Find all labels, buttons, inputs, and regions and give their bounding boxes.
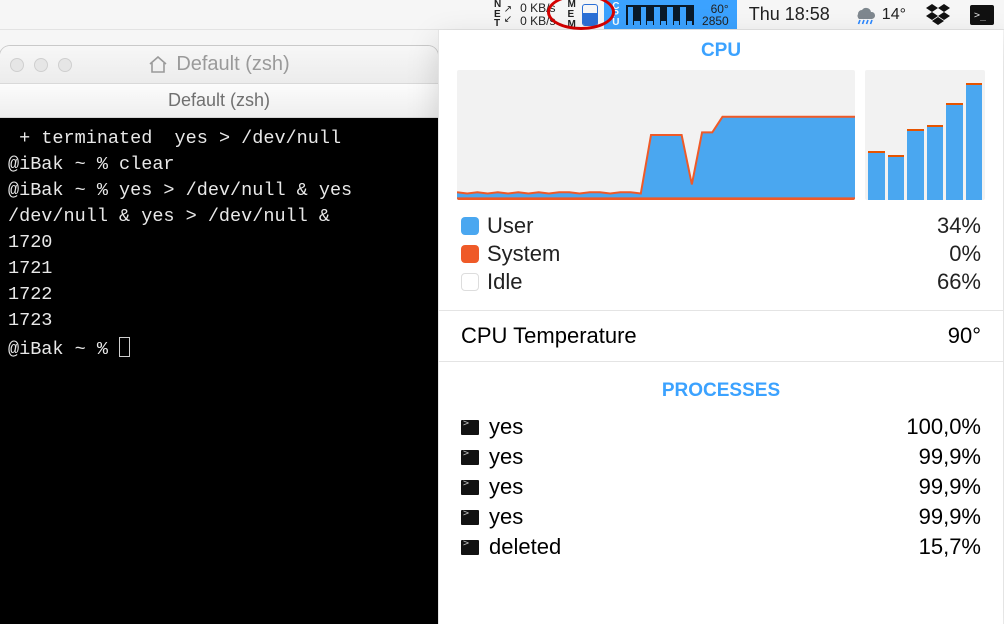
process-row[interactable]: deleted 15,7% <box>461 532 981 562</box>
process-icon <box>461 480 479 495</box>
weather-temp: 14° <box>882 6 906 24</box>
process-pct: 100,0% <box>906 414 981 440</box>
svg-text:>_: >_ <box>974 10 987 21</box>
cpu-temp-readout: 60° 2850 <box>702 3 729 27</box>
cpu-history-bars <box>626 5 694 25</box>
legend-system: System 0% <box>461 240 981 268</box>
rain-cloud-icon <box>852 5 878 25</box>
net-label: N E T <box>494 0 502 29</box>
menubar-terminal-shortcut[interactable]: >_ <box>960 5 1004 25</box>
menubar-memory-widget[interactable]: M E M <box>561 0 604 29</box>
process-icon <box>461 540 479 555</box>
legend-user: User 34% <box>461 212 981 240</box>
cpu-label: C P U <box>612 3 620 27</box>
process-row[interactable]: yes 99,9% <box>461 502 981 532</box>
process-name: yes <box>489 474 523 500</box>
process-icon <box>461 510 479 525</box>
cpu-per-core-chart <box>865 70 985 200</box>
process-row[interactable]: yes 100,0% <box>461 412 981 442</box>
process-icon <box>461 420 479 435</box>
dropbox-icon <box>926 4 950 26</box>
process-pct: 15,7% <box>919 534 981 560</box>
terminal-tab[interactable]: Default (zsh) <box>0 84 438 118</box>
zoom-button[interactable] <box>58 58 72 72</box>
menu-bar: N E T ↗↙ 0 KB/s 0 KB/s M E M C P U 60° 2… <box>0 0 1004 30</box>
process-name: yes <box>489 414 523 440</box>
mem-bar-icon <box>582 4 598 26</box>
menubar-dropbox[interactable] <box>916 4 960 26</box>
cpu-history-chart <box>457 70 855 200</box>
process-pct: 99,9% <box>919 444 981 470</box>
menubar-cpu-widget[interactable]: C P U 60° 2850 <box>604 0 736 29</box>
process-name: yes <box>489 504 523 530</box>
process-row[interactable]: yes 99,9% <box>461 472 981 502</box>
menubar-network-widget[interactable]: N E T ↗↙ 0 KB/s 0 KB/s <box>488 0 561 29</box>
window-traffic-lights[interactable] <box>10 58 72 72</box>
legend-idle: Idle 66% <box>461 268 981 296</box>
cpu-temperature-row: CPU Temperature 90° <box>439 319 1003 353</box>
window-titlebar[interactable]: Default (zsh) <box>0 46 438 84</box>
tab-label: Default (zsh) <box>168 90 270 111</box>
processes-section-title: PROCESSES <box>439 370 1003 410</box>
process-name: yes <box>489 444 523 470</box>
process-name: deleted <box>489 534 561 560</box>
process-row[interactable]: yes 99,9% <box>461 442 981 472</box>
terminal-icon: >_ <box>970 5 994 25</box>
cpu-dropdown-panel: CPU User 34% System 0% Idle 66% CPU Temp… <box>438 30 1003 624</box>
net-arrows-icon: ↗↙ <box>504 5 512 25</box>
minimize-button[interactable] <box>34 58 48 72</box>
net-values: 0 KB/s 0 KB/s <box>520 2 555 28</box>
mem-label: M E M <box>567 0 576 30</box>
terminal-cursor <box>119 337 130 357</box>
close-button[interactable] <box>10 58 24 72</box>
home-icon <box>148 56 168 74</box>
process-pct: 99,9% <box>919 474 981 500</box>
menubar-clock[interactable]: Thu 18:58 <box>737 4 842 25</box>
process-pct: 99,9% <box>919 504 981 530</box>
process-icon <box>461 450 479 465</box>
cpu-section-title: CPU <box>439 30 1003 70</box>
cpu-legend: User 34% System 0% Idle 66% <box>439 208 1003 302</box>
menubar-weather[interactable]: 14° <box>842 5 916 25</box>
process-list: yes100,0%yes99,9%yes99,9%yes99,9%deleted… <box>439 410 1003 564</box>
terminal-window: Default (zsh) Default (zsh) + terminated… <box>0 46 438 624</box>
terminal-output[interactable]: + terminated yes > /dev/null @iBak ~ % c… <box>0 118 438 624</box>
window-title: Default (zsh) <box>176 53 289 76</box>
